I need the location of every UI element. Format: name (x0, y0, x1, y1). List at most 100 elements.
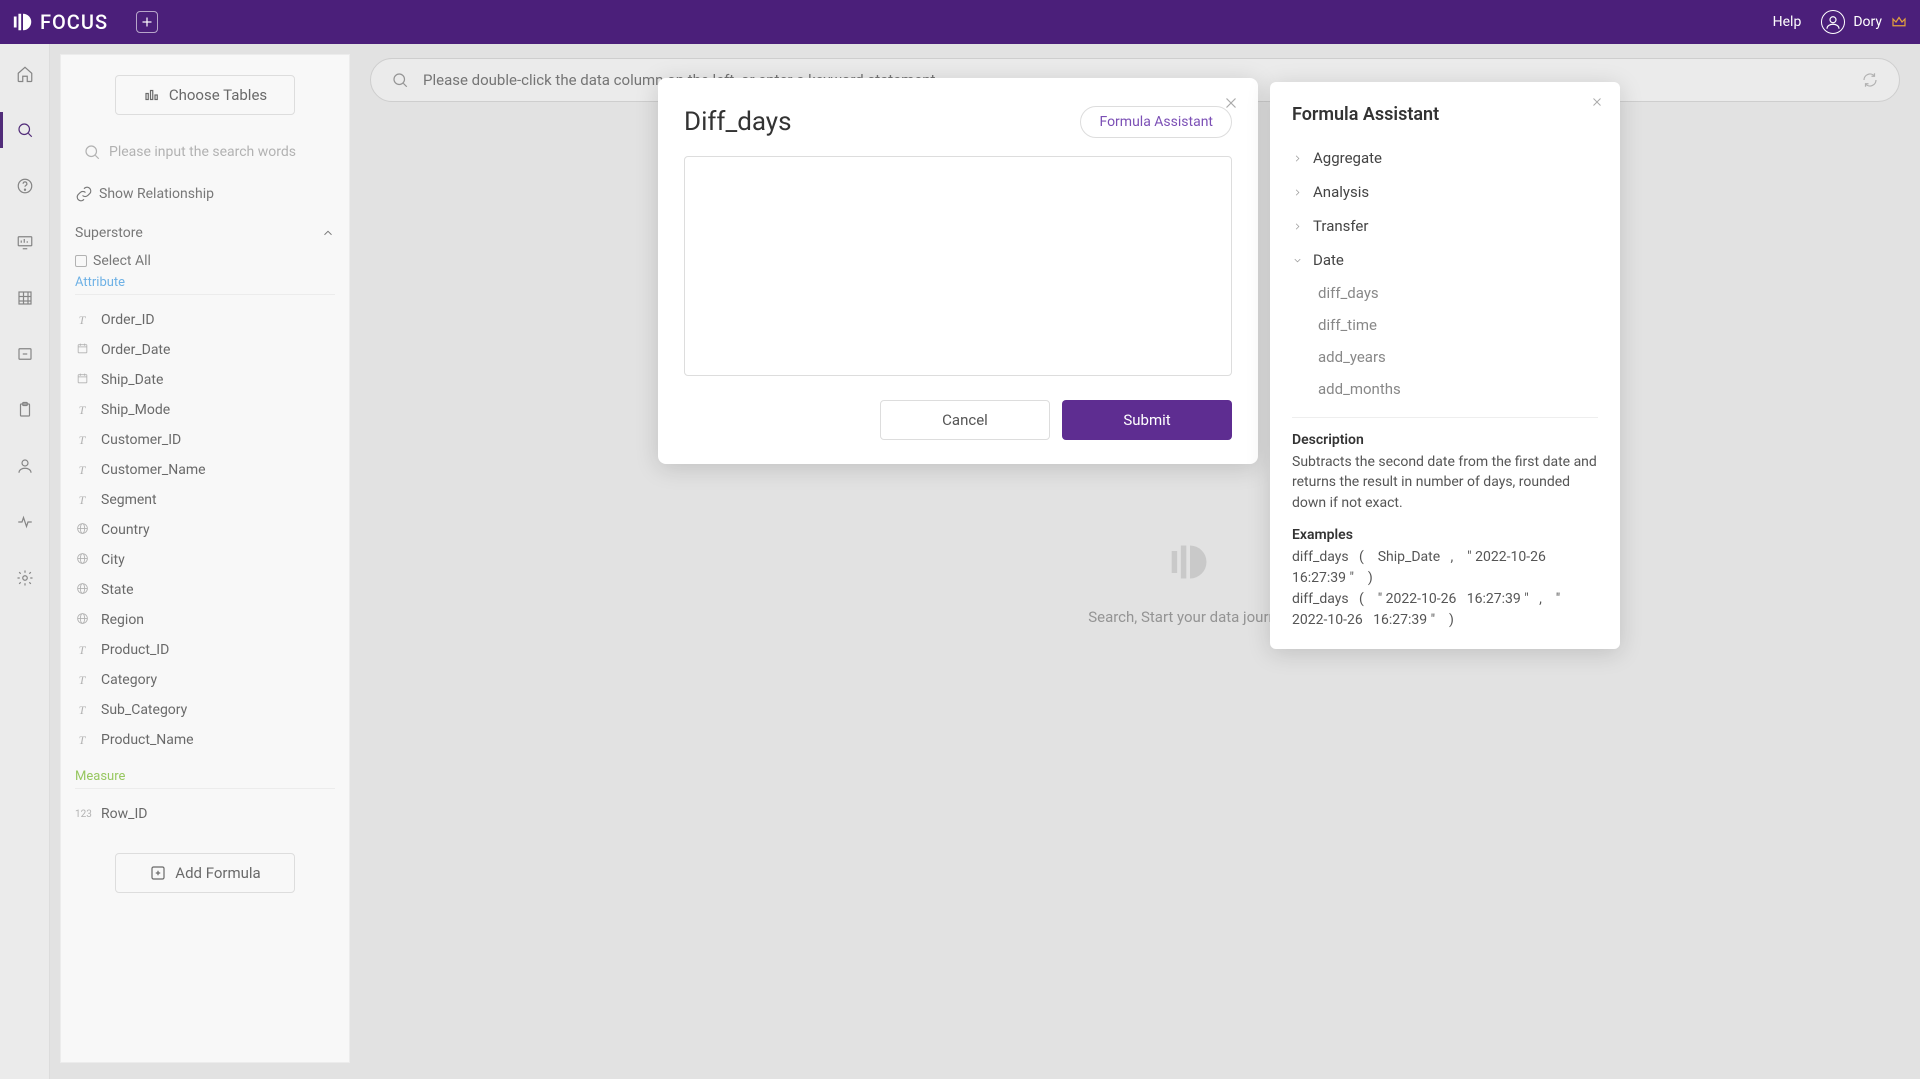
formula-textarea[interactable] (684, 156, 1232, 376)
assist-examples-heading: Examples (1292, 527, 1598, 543)
text-type-icon: T (75, 403, 89, 418)
column-name: Order_Date (101, 342, 170, 358)
text-type-icon: T (75, 673, 89, 688)
column-item[interactable]: Region (75, 605, 335, 635)
add-formula-button[interactable]: Add Formula (115, 853, 295, 893)
logo[interactable]: FOCUS (12, 10, 108, 34)
new-tab-button[interactable] (136, 11, 158, 33)
column-item[interactable]: Ship_Date (75, 365, 335, 395)
assist-description-block: Description Subtracts the second date fr… (1292, 417, 1598, 631)
column-item[interactable]: TProduct_Name (75, 725, 335, 755)
sidebar-search[interactable]: Please input the search words (75, 137, 335, 167)
chevron-right-icon (1292, 221, 1303, 232)
column-item[interactable]: TSub_Category (75, 695, 335, 725)
column-item[interactable]: TSegment (75, 485, 335, 515)
column-name: Ship_Mode (101, 402, 170, 418)
column-name: Product_Name (101, 732, 194, 748)
column-name: Country (101, 522, 150, 538)
column-item[interactable]: TOrder_ID (75, 305, 335, 335)
datasource-header[interactable]: Superstore (75, 225, 335, 241)
choose-tables-button[interactable]: Choose Tables (115, 75, 295, 115)
column-item[interactable]: City (75, 545, 335, 575)
number-type-icon: 123 (75, 809, 89, 820)
select-all-label: Select All (93, 253, 151, 269)
crown-icon (1890, 13, 1908, 31)
text-type-icon: T (75, 313, 89, 328)
assist-category-analysis[interactable]: Analysis (1292, 175, 1598, 209)
column-item[interactable]: 123 Row_ID (75, 799, 335, 829)
column-name: City (101, 552, 125, 568)
calendar-icon (75, 342, 89, 358)
select-all-checkbox[interactable] (75, 255, 87, 267)
column-item[interactable]: TCustomer_ID (75, 425, 335, 455)
globe-icon (75, 612, 89, 628)
column-name: Sub_Category (101, 702, 187, 718)
assist-description-text: Subtracts the second date from the first… (1292, 452, 1598, 513)
formula-modal: Diff_days Formula Assistant Cancel Submi… (658, 78, 1258, 464)
assist-category-aggregate[interactable]: Aggregate (1292, 141, 1598, 175)
add-formula-label: Add Formula (175, 864, 260, 882)
select-all-row[interactable]: Select All (75, 253, 335, 269)
close-icon (1222, 94, 1240, 112)
formula-assistant-button[interactable]: Formula Assistant (1080, 106, 1232, 138)
attribute-list: TOrder_IDOrder_DateShip_DateTShip_ModeTC… (75, 305, 335, 755)
assist-title: Formula Assistant (1292, 104, 1598, 125)
assist-function-list: diff_daysdiff_timeadd_yearsadd_months (1292, 277, 1598, 405)
modal-header: Diff_days Formula Assistant (684, 106, 1232, 138)
globe-icon (75, 552, 89, 568)
assist-category-label: Aggregate (1313, 149, 1382, 167)
column-item[interactable]: T Category (75, 665, 335, 695)
calendar-icon (75, 372, 89, 388)
assist-category-label: Analysis (1313, 183, 1369, 201)
column-item[interactable]: Order_Date (75, 335, 335, 365)
submit-button[interactable]: Submit (1062, 400, 1232, 440)
assist-category-list: Aggregate Analysis Transfer Date diff_daysdi… (1292, 141, 1598, 405)
data-sidebar: Choose Tables Please input the search wo… (60, 54, 350, 1063)
modal-title: Diff_days (684, 107, 792, 137)
user-menu[interactable]: Dory (1821, 10, 1908, 34)
measure-list: 123 Row_ID (75, 799, 335, 829)
text-type-icon: T (75, 493, 89, 508)
brand-text: FOCUS (40, 10, 108, 34)
text-type-icon: T (75, 643, 89, 658)
assist-function-diff_time[interactable]: diff_time (1318, 309, 1598, 341)
assist-category-label: Date (1313, 251, 1344, 269)
globe-icon (75, 582, 89, 598)
cancel-button[interactable]: Cancel (880, 400, 1050, 440)
column-item[interactable]: T Customer_Name (75, 455, 335, 485)
assist-description-heading: Description (1292, 432, 1598, 448)
text-type-icon: T (75, 463, 89, 478)
assist-function-diff_days[interactable]: diff_days (1318, 277, 1598, 309)
show-relationship-label: Show Relationship (99, 186, 214, 202)
column-name: Customer_Name (101, 462, 206, 478)
datasource-name: Superstore (75, 225, 143, 241)
assist-close-button[interactable] (1590, 94, 1604, 113)
column-name: Product_ID (101, 642, 169, 658)
column-name: Row_ID (101, 806, 147, 822)
measure-section-label: Measure (75, 769, 335, 789)
column-item[interactable]: T Product_ID (75, 635, 335, 665)
text-type-icon: T (75, 433, 89, 448)
modal-close-button[interactable] (1222, 94, 1240, 117)
assist-category-date[interactable]: Date (1292, 243, 1598, 277)
column-name: Region (101, 612, 144, 628)
column-item[interactable]: T Ship_Mode (75, 395, 335, 425)
user-name: Dory (1853, 14, 1882, 30)
table-icon (143, 86, 161, 104)
chevron-down-icon (1292, 255, 1303, 266)
column-name: Ship_Date (101, 372, 163, 388)
avatar-icon (1821, 10, 1845, 34)
chevron-up-icon (321, 226, 335, 240)
column-item[interactable]: State (75, 575, 335, 605)
globe-icon (75, 522, 89, 538)
assist-category-transfer[interactable]: Transfer (1292, 209, 1598, 243)
column-item[interactable]: Country (75, 515, 335, 545)
show-relationship-toggle[interactable]: Show Relationship (75, 185, 335, 203)
assist-examples-text: diff_days ( Ship_Date , " 2022-10-26 16:… (1292, 547, 1598, 631)
assist-function-add_months[interactable]: add_months (1318, 373, 1598, 405)
header-right: Help Dory (1773, 10, 1908, 34)
assist-function-add_years[interactable]: add_years (1318, 341, 1598, 373)
help-link[interactable]: Help (1773, 14, 1802, 30)
column-name: Category (101, 672, 157, 688)
logo-icon (12, 11, 34, 33)
